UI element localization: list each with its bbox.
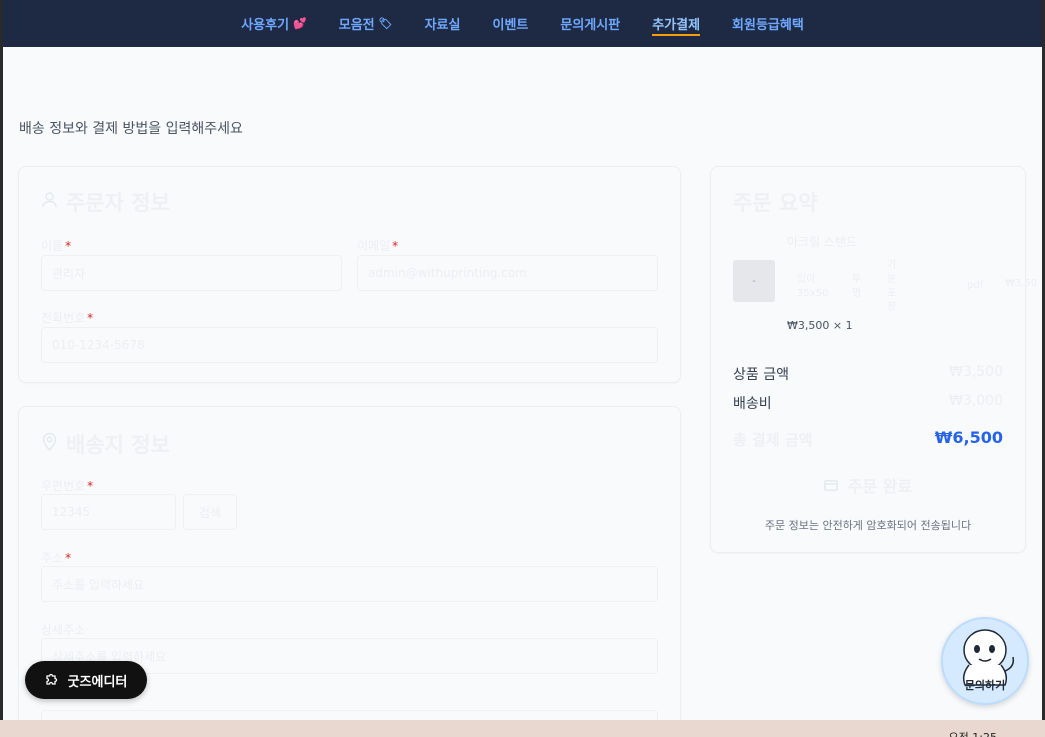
phone-label: 전화번호 *: [41, 309, 93, 326]
item-name: 아크릴 스탠드: [787, 235, 858, 249]
nav-item-label: 모음전: [338, 18, 375, 33]
address-label: 주소 *: [41, 549, 71, 566]
required-mark: *: [65, 551, 72, 565]
email-label: 이메일 *: [357, 237, 398, 254]
goods-editor-button[interactable]: 굿즈에디터: [25, 661, 147, 699]
nav-item-additional-payment[interactable]: 추가결제: [636, 0, 716, 47]
order-complete-button[interactable]: 주문 완료: [733, 467, 1003, 503]
tag-icon: 🏷: [378, 17, 393, 30]
item-option-material: 투 명: [852, 274, 862, 299]
label-text: 이메일: [357, 239, 391, 253]
heart-icon: 💕: [293, 17, 307, 30]
name-field[interactable]: 관리자: [41, 255, 342, 291]
detail-address-label: 상세주소: [41, 623, 86, 637]
label-text: 주소: [41, 551, 64, 565]
browser-window: 사용후기 💕 모음전 🏷 자료실 이벤트 문의게시판 추가결제 회원등급혜택 배…: [3, 0, 1042, 720]
product-amount-value: ₩3,500: [949, 364, 1003, 380]
field-placeholder: 주소를 입력하세요: [52, 577, 145, 592]
name-label: 이름 *: [41, 237, 71, 254]
label-text: 전화번호: [41, 311, 86, 325]
nav-item-label: 회원등급혜택: [732, 18, 804, 33]
field-value: 관리자: [52, 266, 86, 281]
email-field[interactable]: admin@withuprinting.com: [357, 255, 658, 291]
nav-item-resources[interactable]: 자료실: [409, 0, 477, 47]
zip-label: 우편번호 *: [41, 477, 93, 494]
phone-field[interactable]: 010-1234-5678: [41, 327, 658, 363]
nav-item-events[interactable]: 이벤트: [476, 0, 544, 47]
orderer-info-card: 주문자 정보 이름 * 관리자 이메일 * admin@withuprinting.…: [18, 166, 681, 383]
extra-field[interactable]: [41, 710, 658, 720]
shipping-fee-value: ₩3,000: [949, 393, 1003, 409]
orderer-info-title: 주문자 정보: [41, 187, 170, 217]
item-option-file: pdf: [967, 280, 984, 291]
shipping-fee-label: 배송비: [733, 396, 772, 412]
page-subtitle: 배송 정보와 결제 방법을 입력해주세요: [19, 121, 243, 137]
required-mark: *: [87, 479, 94, 493]
total-amount-label: 총 결제 금액: [733, 431, 813, 449]
inquiry-chat-button[interactable]: 문의하기: [941, 617, 1029, 705]
total-amount-value: ₩6,500: [934, 428, 1003, 447]
order-complete-label: 주문 완료: [847, 477, 913, 496]
label-text: 이름: [41, 239, 64, 253]
order-summary-title: 주문 요약: [733, 191, 818, 215]
shipping-info-title: 배송지 정보: [41, 429, 170, 459]
nav-item-label: 사용후기: [241, 18, 290, 33]
required-mark: *: [87, 311, 94, 325]
field-value: 12345: [52, 505, 91, 519]
goods-editor-label: 굿즈에디터: [67, 674, 128, 690]
order-summary-card: 주문 요약 아크릴 스탠드 - 있아 35x50 투 명 기 본 포 장 pdf…: [710, 166, 1037, 553]
nav-item-collection[interactable]: 모음전 🏷: [323, 0, 409, 47]
zip-field[interactable]: 12345: [41, 494, 176, 530]
puzzle-icon: [45, 671, 60, 690]
field-value: 010-1234-5678: [52, 338, 145, 352]
field-value: admin@withuprinting.com: [368, 266, 527, 280]
item-thumbnail: -: [733, 260, 775, 302]
nav-item-inquiry-board[interactable]: 문의게시판: [544, 0, 636, 47]
nav-item-reviews[interactable]: 사용후기 💕: [225, 0, 323, 47]
label-text: 우편번호: [41, 479, 86, 493]
required-mark: *: [65, 239, 72, 253]
card-title-text: 배송지 정보: [66, 433, 170, 457]
item-option-packaging: 기 본 포 장: [887, 260, 897, 313]
item-price-quantity: ₩3,500 × 1: [787, 319, 853, 332]
required-mark: *: [392, 239, 399, 253]
nav-item-label: 이벤트: [492, 18, 529, 33]
top-navigation: 사용후기 💕 모음전 🏷 자료실 이벤트 문의게시판 추가결제 회원등급혜택: [3, 0, 1042, 47]
nav-item-membership-benefits[interactable]: 회원등급혜택: [716, 0, 820, 47]
nav-item-label: 자료실: [424, 18, 461, 33]
user-icon: [41, 191, 58, 213]
address-field[interactable]: 주소를 입력하세요: [41, 566, 658, 602]
nav-item-label: 추가결제: [652, 18, 701, 33]
taskbar-clock: 오전 1:25: [949, 729, 997, 737]
card-title-text: 주문자 정보: [66, 191, 170, 215]
item-option-size: 있아 35x50: [797, 274, 829, 299]
item-option-price: ₩3,50: [1005, 278, 1038, 289]
nav-item-label: 문의게시판: [560, 18, 621, 33]
taskbar: 오전 1:25: [0, 720, 1045, 737]
inquiry-label: 문의하기: [964, 679, 1006, 692]
secure-note: 주문 정보는 안전하게 암호화되어 전송됩니다: [764, 519, 972, 532]
card-icon: [823, 476, 838, 495]
product-amount-label: 상품 금액: [733, 367, 789, 383]
map-pin-icon: [41, 432, 58, 456]
zip-search-button[interactable]: 검색: [183, 494, 237, 530]
